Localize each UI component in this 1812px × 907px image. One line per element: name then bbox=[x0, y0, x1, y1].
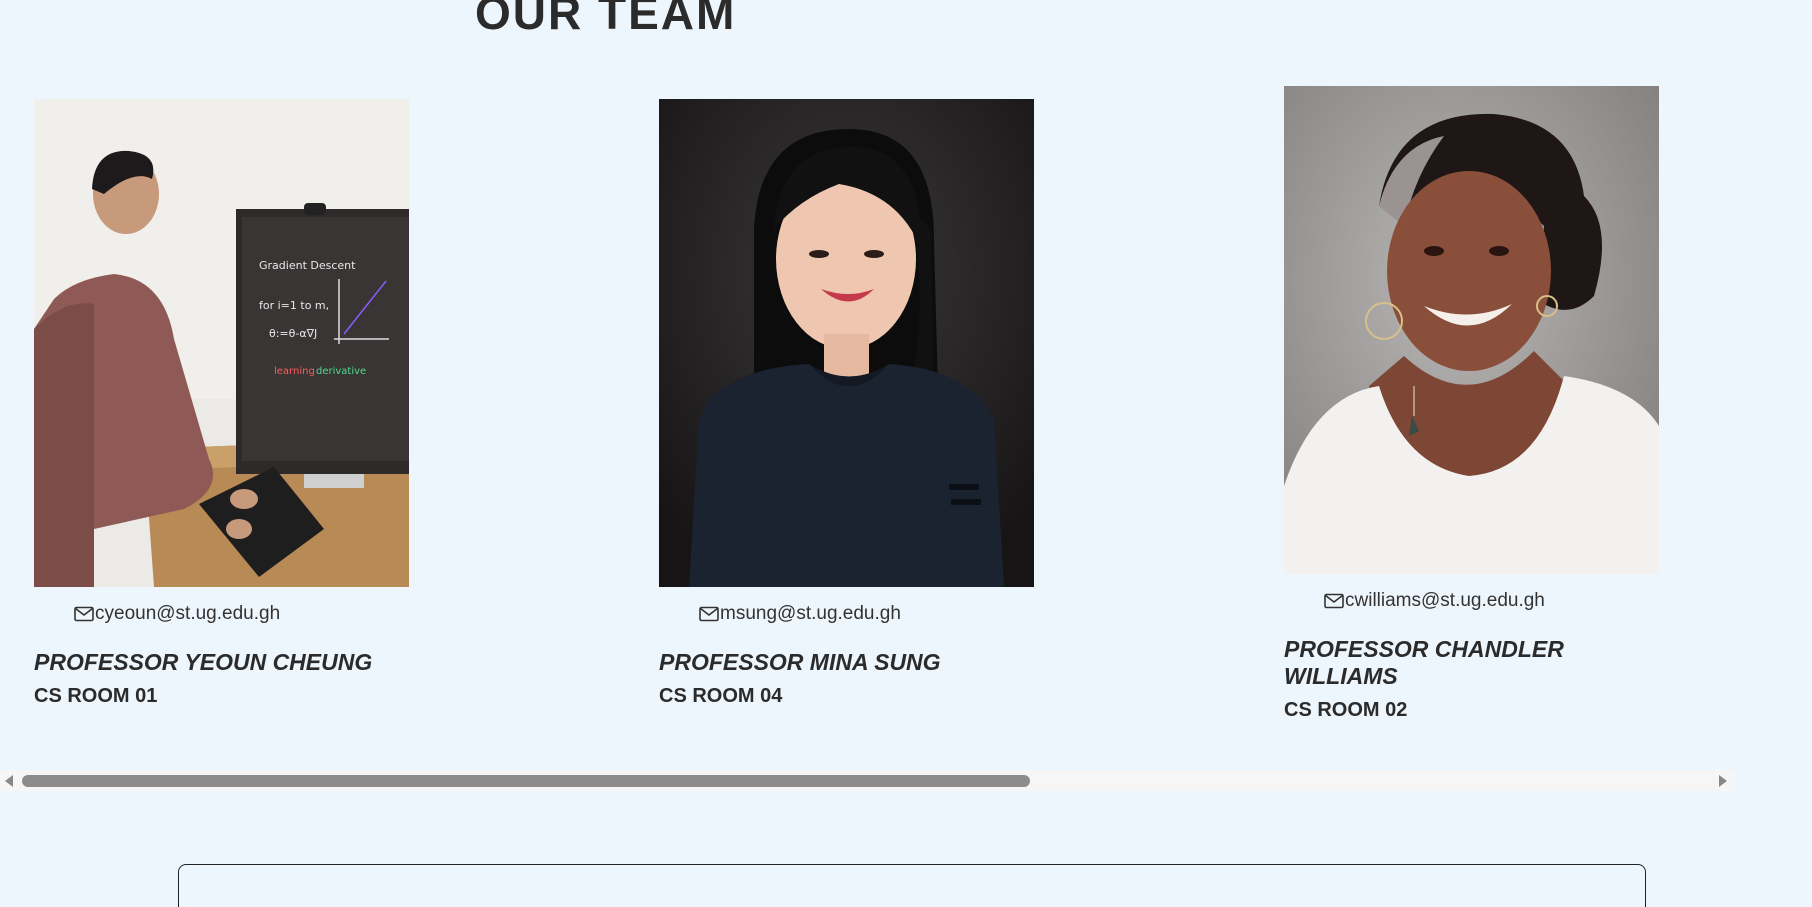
email-text: msung@st.ug.edu.gh bbox=[720, 603, 901, 624]
svg-text:θ:=θ-α∇J: θ:=θ-α∇J bbox=[269, 327, 317, 340]
team-card-sung: msung@st.ug.edu.gh PROFESSOR MINA SUNG C… bbox=[659, 99, 1035, 708]
room-label: CS ROOM 01 bbox=[34, 685, 158, 708]
scroll-right-arrow-icon[interactable] bbox=[1719, 775, 1727, 787]
professor-name: PROFESSOR YEOUN CHEUNG bbox=[34, 649, 373, 675]
envelope-icon bbox=[699, 606, 719, 622]
email-text: cwilliams@st.ug.edu.gh bbox=[1345, 590, 1545, 611]
professor-name: PROFESSOR CHANDLER WILLIAMS bbox=[1284, 636, 1564, 690]
scroll-left-arrow-icon[interactable] bbox=[5, 775, 13, 787]
svg-text:for i=1 to m,: for i=1 to m, bbox=[259, 299, 329, 312]
svg-text:derivative: derivative bbox=[316, 366, 366, 377]
svg-text:Gradient Descent: Gradient Descent bbox=[259, 259, 356, 272]
horizontal-scrollbar[interactable] bbox=[0, 770, 1735, 791]
profile-photo-cheung: Gradient Descent for i=1 to m, θ:=θ-α∇J … bbox=[34, 99, 409, 587]
email-row-sung[interactable]: msung@st.ug.edu.gh bbox=[659, 601, 1035, 627]
profile-photo-sung bbox=[659, 99, 1034, 587]
page: OUR TEAM Gradient Descent for i=1 to m, … bbox=[0, 0, 1812, 907]
team-card-cheung: Gradient Descent for i=1 to m, θ:=θ-α∇J … bbox=[34, 99, 410, 708]
room-label: CS ROOM 02 bbox=[1284, 699, 1408, 722]
section-title: OUR TEAM bbox=[475, 0, 737, 39]
envelope-icon bbox=[74, 606, 94, 622]
email-row-cheung[interactable]: cyeoun@st.ug.edu.gh bbox=[34, 601, 410, 627]
professor-name: PROFESSOR MINA SUNG bbox=[659, 649, 941, 675]
room-label: CS ROOM 04 bbox=[659, 685, 783, 708]
email-row-williams[interactable]: cwilliams@st.ug.edu.gh bbox=[1284, 588, 1660, 614]
profile-photo-williams bbox=[1284, 86, 1659, 574]
team-card-williams: cwilliams@st.ug.edu.gh PROFESSOR CHANDLE… bbox=[1284, 86, 1660, 722]
envelope-icon bbox=[1324, 593, 1344, 609]
svg-text:learning: learning bbox=[274, 366, 315, 377]
email-text: cyeoun@st.ug.edu.gh bbox=[95, 603, 281, 624]
scrollbar-thumb[interactable] bbox=[22, 775, 1030, 787]
content-box bbox=[178, 864, 1646, 907]
